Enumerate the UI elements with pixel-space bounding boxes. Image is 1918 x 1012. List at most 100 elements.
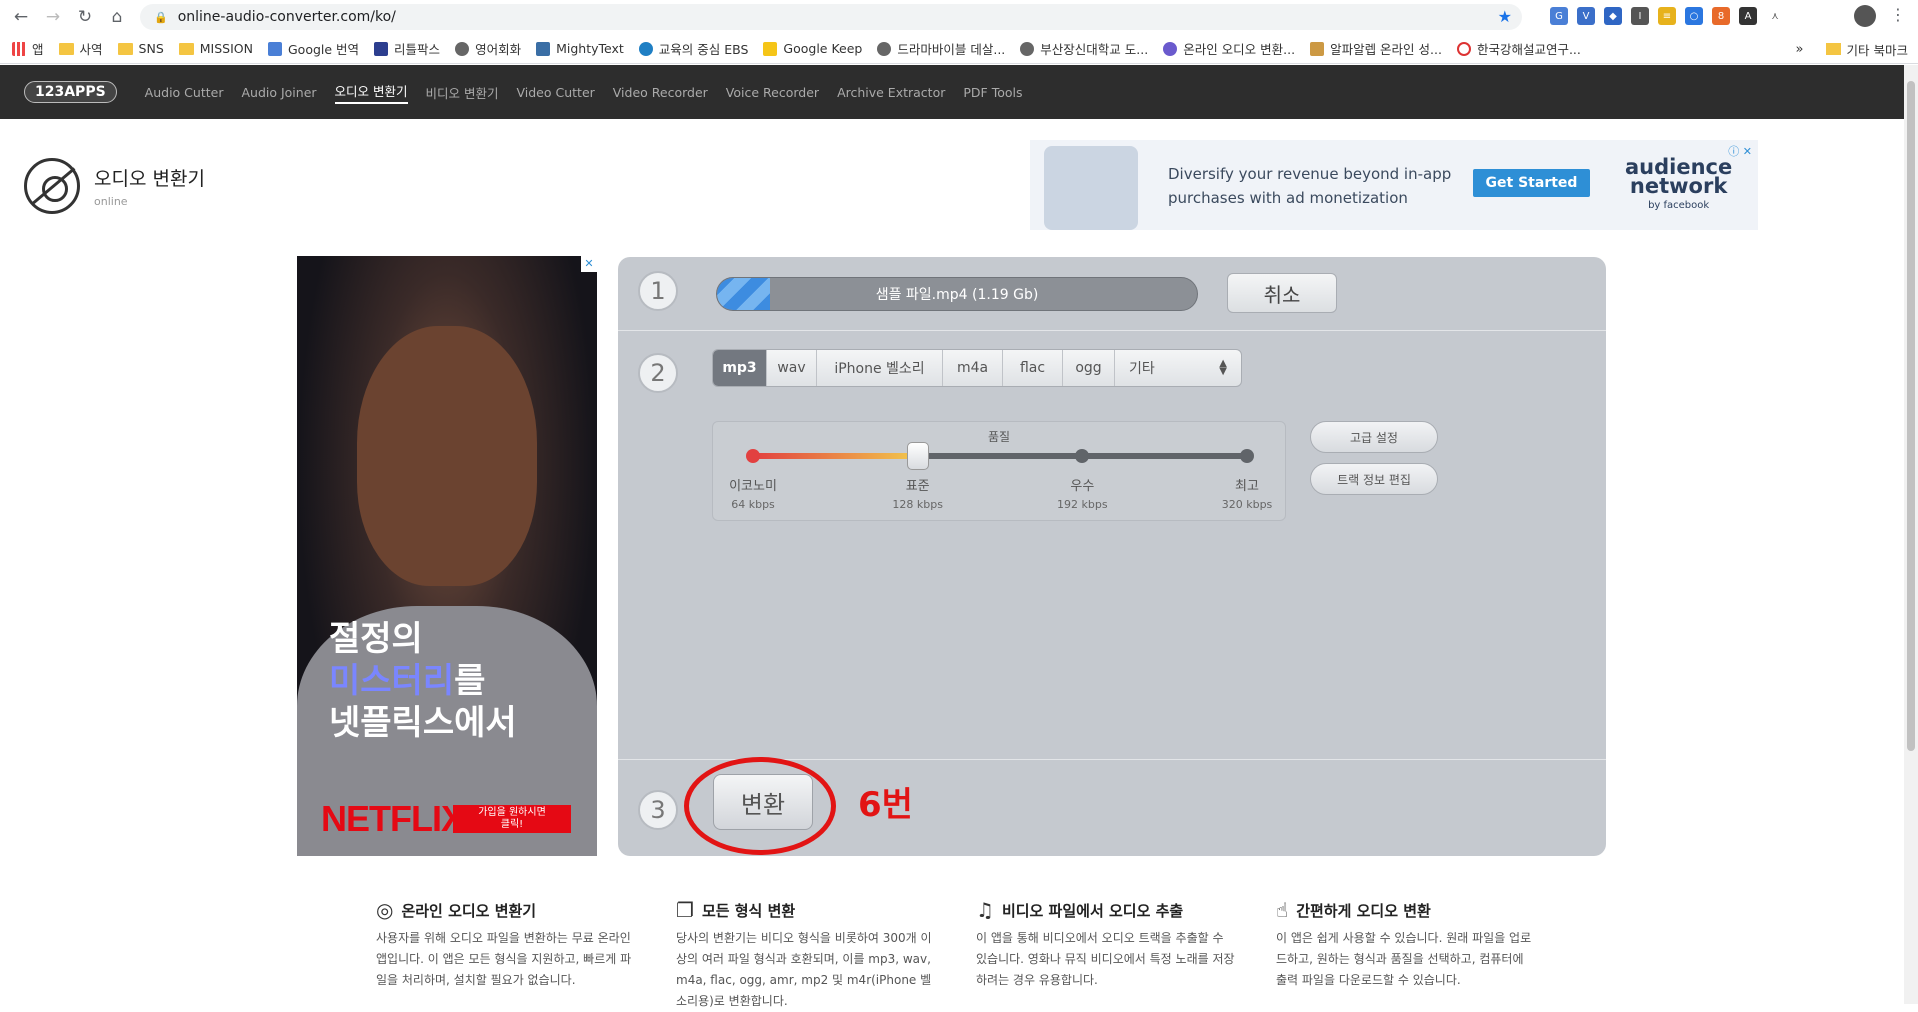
translate-extension-icon[interactable]: G — [1550, 7, 1568, 25]
format-tab-iphone-ringtone[interactable]: iPhone 벨소리 — [817, 350, 943, 386]
extension-icon[interactable]: ⋏ — [1766, 7, 1784, 25]
bookmark-item[interactable]: 리틀팍스 — [374, 39, 440, 58]
bookmark-item[interactable]: MightyText — [536, 41, 624, 56]
nav-video-cutter[interactable]: Video Cutter — [517, 85, 595, 100]
bookmark-item[interactable]: Google 번역 — [267, 39, 359, 58]
bookmark-folder[interactable]: MISSION — [178, 41, 253, 56]
bookmarks-overflow-icon[interactable]: » — [1796, 42, 1804, 57]
bookmark-item[interactable]: 한국강해설교연구... — [1456, 39, 1581, 58]
ad-person-face — [357, 326, 537, 586]
quality-step-dot[interactable] — [746, 449, 760, 463]
nav-audio-cutter[interactable]: Audio Cutter — [145, 85, 224, 100]
menu-icon[interactable]: ⋮ — [1890, 5, 1906, 24]
ad-get-started-button[interactable]: Get Started — [1473, 169, 1590, 197]
alpha-aleph-icon — [1310, 41, 1325, 56]
site-nav: 123APPS Audio Cutter Audio Joiner 오디오 변환… — [0, 65, 1904, 119]
quality-level-kbps: 64 kbps — [731, 498, 775, 511]
extension-icon[interactable]: 8 — [1712, 7, 1730, 25]
netflix-logo: NETFLIX — [321, 798, 465, 839]
profile-avatar[interactable] — [1854, 5, 1876, 27]
quality-level-name: 우수 — [1070, 479, 1095, 494]
format-tab-ogg[interactable]: ogg — [1063, 350, 1115, 386]
quality-level-label: 표준 128 kbps — [878, 478, 958, 514]
home-icon[interactable]: ⌂ — [106, 6, 128, 28]
app-header: 오디오 변환기 online — [24, 158, 205, 214]
other-bookmarks[interactable]: 기타 북마크 — [1847, 40, 1908, 59]
bookmark-item[interactable]: 온라인 오디오 변환... — [1163, 39, 1295, 58]
disc-icon: ◎ — [376, 898, 394, 922]
ad-copy: Diversify your revenue beyond in-app pur… — [1168, 165, 1452, 207]
feature-all-formats: ❐ 모든 형식 변환 당사의 변환기는 비디오 형식을 비롯하여 300개 이상의… — [676, 898, 932, 1008]
lock-icon: 🔒 — [154, 10, 168, 24]
nav-video-converter[interactable]: 비디오 변환기 — [426, 83, 499, 102]
quality-level-label: 최고 320 kbps — [1207, 478, 1287, 514]
quality-level-label: 이코노미 64 kbps — [713, 478, 793, 514]
nav-audio-joiner[interactable]: Audio Joiner — [241, 85, 316, 100]
ad-signup-button[interactable]: 가입을 원하시면 클릭! — [453, 805, 571, 833]
extension-icon[interactable]: ○ — [1685, 7, 1703, 25]
quality-level-name: 표준 — [905, 479, 930, 494]
bookmark-item[interactable]: 영어회화 — [455, 39, 521, 58]
bookmark-item[interactable]: 부산장신대학교 도... — [1020, 39, 1148, 58]
bookmark-folder[interactable]: SNS — [117, 41, 164, 56]
side-ad[interactable]: 절정의 미스터리를 넷플릭스에서 NETFLIX 가입을 원하시면 클릭! ✕ — [297, 256, 597, 856]
nav-pdf-tools[interactable]: PDF Tools — [963, 85, 1022, 100]
address-bar[interactable]: 🔒 online-audio-converter.com/ko/ ★ — [140, 4, 1522, 30]
step-1-row: 1 샘플 파일.mp4 (1.19 Gb) 취소 — [618, 257, 1606, 331]
format-tab-flac[interactable]: flac — [1003, 350, 1063, 386]
format-tabs: mp3 wav iPhone 벨소리 m4a flac ogg 기타 ▲ ▼ — [712, 349, 1242, 387]
bookmarks-right: » 기타 북마크 — [1796, 34, 1908, 64]
globe-icon — [455, 41, 470, 56]
page-scrollbar[interactable] — [1904, 65, 1918, 1004]
step-number: 3 — [638, 790, 678, 830]
circle-icon — [1456, 41, 1471, 56]
bookmark-apps[interactable]: 앱 — [12, 39, 44, 58]
extension-icon[interactable]: ◆ — [1604, 7, 1622, 25]
quality-step-dot[interactable] — [1075, 449, 1090, 463]
nav-audio-converter[interactable]: 오디오 변환기 — [334, 81, 408, 104]
annotation-highlight-circle — [684, 757, 836, 855]
bookmark-star-icon[interactable]: ★ — [1498, 7, 1512, 26]
site-logo[interactable]: 123APPS — [24, 81, 117, 103]
cancel-button[interactable]: 취소 — [1227, 273, 1337, 313]
edit-track-info-button[interactable]: 트랙 정보 편집 — [1310, 463, 1438, 495]
music-note-icon: ♫ — [976, 898, 994, 922]
google-translate-icon — [267, 41, 282, 56]
folder-icon — [1825, 43, 1841, 55]
reload-icon[interactable]: ↻ — [74, 6, 96, 28]
bookmark-item[interactable]: 알파알렙 온라인 성... — [1310, 39, 1442, 58]
bookmark-item[interactable]: 교육의 중심 EBS — [638, 39, 748, 58]
nav-video-recorder[interactable]: Video Recorder — [613, 85, 708, 100]
format-tab-mp3[interactable]: mp3 — [713, 350, 767, 386]
google-keep-icon — [763, 41, 778, 56]
advanced-settings-button[interactable]: 고급 설정 — [1310, 421, 1438, 453]
format-more-select[interactable]: 기타 ▲ ▼ — [1115, 350, 1241, 386]
quality-level-kbps: 128 kbps — [892, 498, 943, 511]
back-icon[interactable]: ← — [10, 6, 32, 28]
bookmark-folder[interactable]: 사역 — [58, 39, 103, 58]
folder-icon — [117, 42, 133, 55]
extension-icon[interactable]: V — [1577, 7, 1595, 25]
quality-step-dot[interactable] — [1240, 449, 1254, 463]
nav-archive-extractor[interactable]: Archive Extractor — [837, 85, 945, 100]
forward-icon[interactable]: → — [42, 6, 64, 28]
ad-brand-logo: audience network by facebook — [1625, 155, 1733, 212]
banner-ad[interactable]: Diversify your revenue beyond in-app pur… — [1030, 140, 1758, 230]
scroll-thumb[interactable] — [1907, 81, 1915, 751]
globe-icon — [877, 41, 892, 56]
bookmark-item[interactable]: 드라마바이블 데살... — [877, 39, 1005, 58]
quality-slider-track[interactable] — [746, 442, 1254, 470]
bookmarks-bar: 앱 사역 SNS MISSION Google 번역 리틀팍스 영어회화 Mig… — [0, 34, 1918, 64]
ad-close-icon[interactable]: ✕ — [581, 256, 597, 272]
format-tab-wav[interactable]: wav — [767, 350, 817, 386]
feature-extract-audio: ♫ 비디오 파일에서 오디오 추출 이 앱을 통해 비디오에서 오디오 트랙을 추… — [976, 898, 1235, 987]
format-tab-m4a[interactable]: m4a — [943, 350, 1003, 386]
bookmark-item[interactable]: Google Keep — [763, 41, 862, 56]
extension-icon[interactable]: A — [1739, 7, 1757, 25]
ad-choices-close-icon[interactable]: ⓘ ✕ — [1728, 143, 1752, 159]
pointer-hand-icon: ☝ — [1276, 898, 1289, 922]
quality-slider-knob[interactable] — [906, 442, 929, 470]
extension-icon[interactable]: ≡ — [1658, 7, 1676, 25]
nav-voice-recorder[interactable]: Voice Recorder — [726, 85, 819, 100]
extension-icon[interactable]: I — [1631, 7, 1649, 25]
